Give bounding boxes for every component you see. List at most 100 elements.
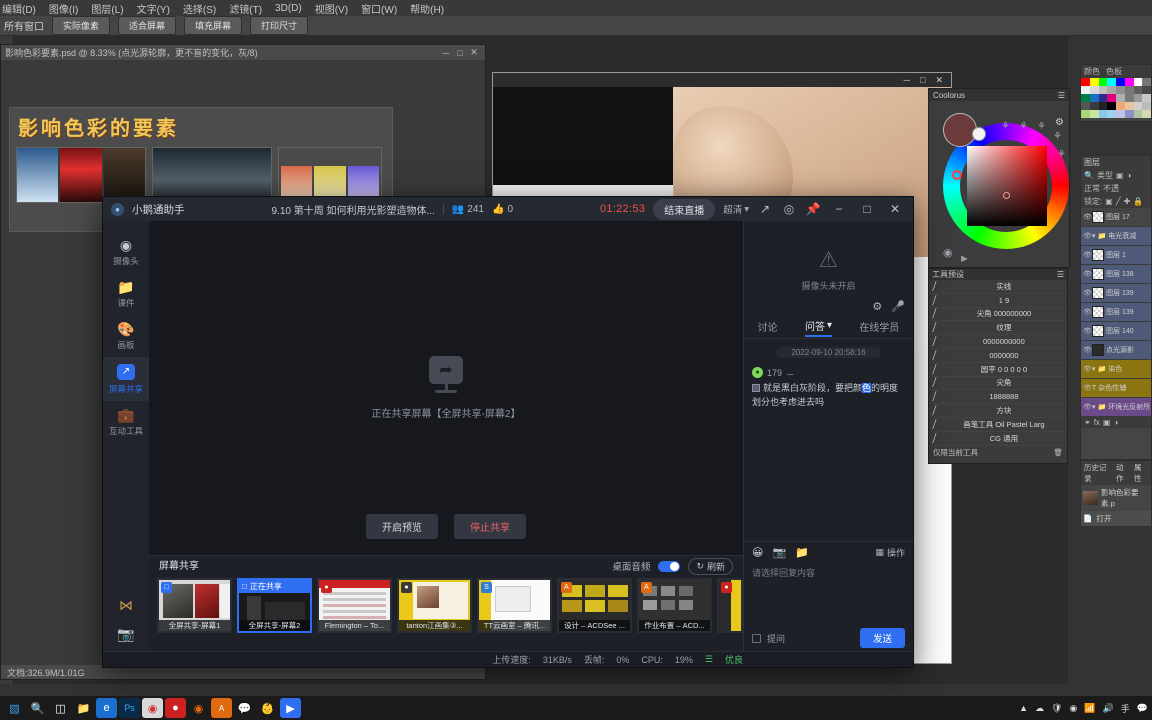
color-wheel-area[interactable]: ⚘ ⚘ ⚘ ⚘ ⚘ ⚙ ◉ ► [929,101,1069,267]
tool-preset-item[interactable]: ╱ 1888888 [929,390,1067,405]
group-expand-icon[interactable]: ▾ [1092,232,1096,240]
pin-icon[interactable]: 📌 [805,202,821,216]
tool-presets-menu-icon[interactable]: ☰ [1057,270,1064,279]
tool-preset-item[interactable]: ╱ 方块 [929,404,1067,418]
start-preview-button[interactable]: 开启预览 [366,514,438,539]
hue-picker-handle[interactable] [952,170,962,180]
tool-preset-item[interactable]: ╱ 尖角 000000000 [929,308,1067,322]
print-size-button[interactable]: 打印尺寸 [250,16,309,35]
coolorus-play-icon[interactable]: ► [959,253,970,265]
group-expand-icon[interactable]: ▾ [1092,403,1096,411]
cloud-icon[interactable]: ☁ [1035,703,1044,714]
source-thumbnail[interactable]: ● [717,578,743,633]
layer-visibility-icon[interactable]: 👁 [1083,308,1092,316]
livestream-icon[interactable]: ▶ [280,698,301,718]
layer-row[interactable]: 👁 图层 138 [1081,265,1151,284]
end-live-button[interactable]: 结束直播 [653,198,716,220]
record-icon[interactable]: ◎ [781,202,797,216]
sidebar-item-courseware[interactable]: 📁 课件 [103,273,149,315]
harmony-icon-4[interactable]: ⚘ [1053,131,1062,142]
sv-picker-handle[interactable] [1003,192,1010,199]
bg-minimize-icon[interactable]: ─ [904,75,910,85]
chrome-icon[interactable]: ◉ [142,698,163,718]
layer-style-icon[interactable]: fx [1094,418,1100,427]
operation-menu[interactable]: ▦ 操作 [875,546,905,559]
document-minimize-icon[interactable]: ─ [439,48,453,58]
message-more-icon[interactable]: ⚊ [786,367,794,378]
tool-preset-item[interactable]: ╱ 画笔工具 Oil Pastel Larg [929,418,1067,432]
layer-row[interactable]: 👁 图层 139 [1081,303,1151,322]
stop-share-button[interactable]: 停止共享 [454,514,526,539]
taskview-icon[interactable]: ◫ [50,698,71,718]
layer-row[interactable]: 👁 图层 140 [1081,322,1151,341]
fill-screen-button[interactable]: 填充屏幕 [184,16,243,35]
question-checkbox[interactable] [752,633,761,643]
link-layers-icon[interactable]: ⚭ [1084,418,1091,427]
layers-filter-type[interactable]: 类型 [1097,170,1113,181]
menu-item-filter[interactable]: 滤镜(T) [229,1,262,16]
tool-preset-item[interactable]: ╱ 尖角 [929,377,1067,391]
add-effect-icon[interactable]: ⋈ [119,597,133,614]
chat-reply-input[interactable]: 请选择回复内容 [744,562,913,625]
shield-icon[interactable]: 🛡 [1051,703,1062,714]
ime-icon[interactable]: 手 [1121,702,1130,715]
tool-presets-tab[interactable]: 工具预设 ☰ [929,269,1067,280]
layer-row[interactable]: 👁 ▾ 📁 电光衰减 [1081,227,1151,246]
chat-message-list[interactable]: 2022-09-10 20:58:16 ● 179 ⚊ 就是黑白灰阶段，要把颜色… [744,339,913,541]
microphone-icon[interactable]: 🎤 [891,300,905,313]
folder-icon[interactable]: 📁 [795,546,809,559]
color-model-icon[interactable]: ◉ [943,246,953,259]
tab-properties[interactable]: 属性 [1134,462,1148,484]
menu-item-select[interactable]: 选择(S) [183,1,216,16]
tab-qa[interactable]: 问答 ▾ [804,318,832,337]
harmony-icon-1[interactable]: ⚘ [1001,121,1010,132]
tab-discussion[interactable]: 讨论 [758,319,778,336]
layer-mask-icon[interactable]: ▣ [1103,418,1111,427]
windows-icon[interactable]: ▧ [4,698,25,718]
lock-bar[interactable]: 锁定: ▣ ╱ ✚ 🔒 [1081,195,1151,208]
coolorus-menu-icon[interactable]: ☰ [1058,91,1065,100]
record-icon[interactable]: ● [165,698,186,718]
layer-visibility-icon[interactable]: 👁 [1083,251,1092,259]
layer-visibility-icon[interactable]: 👁 [1083,213,1092,221]
layers-action-bar[interactable]: ⚭ fx ▣ ◑ [1081,417,1151,428]
settings-icon[interactable]: ⚙ [872,300,882,313]
layer-visibility-icon[interactable]: 👁 [1083,403,1092,411]
network-icon[interactable]: 📶 [1084,703,1095,714]
layer-row[interactable]: 👁 点光源影 [1081,341,1151,360]
blend-mode-bar[interactable]: 正常 不透 [1081,182,1151,195]
tab-history[interactable]: 历史记录 [1084,462,1112,484]
sidebar-item-interactive-tools[interactable]: 💼 互动工具 [103,401,149,443]
source-thumbnail[interactable]: □ 全屏共享-屏幕1 [157,578,232,633]
layer-row[interactable]: 👁 ▾ 📁 环境光反射所 [1081,398,1151,417]
layer-visibility-icon[interactable]: 👁 [1083,327,1092,335]
lock-all-icon[interactable]: 🔒 [1133,197,1143,206]
close-icon[interactable]: ✕ [885,202,905,216]
history-item[interactable]: 📄 打开 [1081,511,1151,526]
background-color-swatch[interactable] [972,127,986,141]
blend-mode-value[interactable]: 正常 [1084,183,1100,194]
tool-preset-item[interactable]: ╱ CG 通用 [929,432,1067,446]
source-thumbnail[interactable]: S TT云画室 – 腾讯... [477,578,552,633]
layer-row[interactable]: 👁 T 杂色性辅 [1081,379,1151,398]
emoji-icon[interactable]: 😀 [752,546,763,559]
wechat-icon[interactable]: 💬 [234,698,255,718]
document-close-icon[interactable]: ✕ [467,47,481,58]
menu-item-help[interactable]: 帮助(H) [410,1,444,16]
tab-swatches[interactable]: 色板 [1106,66,1122,77]
layer-row[interactable]: 👁 ▾ 📁 染色 [1081,360,1151,379]
bg-maximize-icon[interactable]: □ [920,75,925,85]
sidebar-item-screen-share[interactable]: ↗ 屏幕共享 [103,357,149,401]
coolorus-settings-icon[interactable]: ⚙ [1055,117,1064,128]
lock-transparent-icon[interactable]: ▣ [1105,197,1113,206]
adjustment-filter-icon[interactable]: ◑ [1127,171,1132,180]
explorer-icon[interactable]: 📁 [73,698,94,718]
menu-item-type[interactable]: 文字(Y) [137,1,170,16]
group-expand-icon[interactable]: ▾ [1092,365,1096,373]
menu-item-3d[interactable]: 3D(D) [275,3,302,14]
tab-screen-share[interactable]: 屏幕共享 [159,557,199,576]
history-item[interactable]: 影响色彩要素.p [1081,485,1151,511]
menu-item-edit[interactable]: 编辑(D) [2,1,36,16]
current-tool-only-label[interactable]: 仅限当前工具 [933,447,978,458]
tool-preset-item[interactable]: ╱ 0000000000 [929,335,1067,349]
